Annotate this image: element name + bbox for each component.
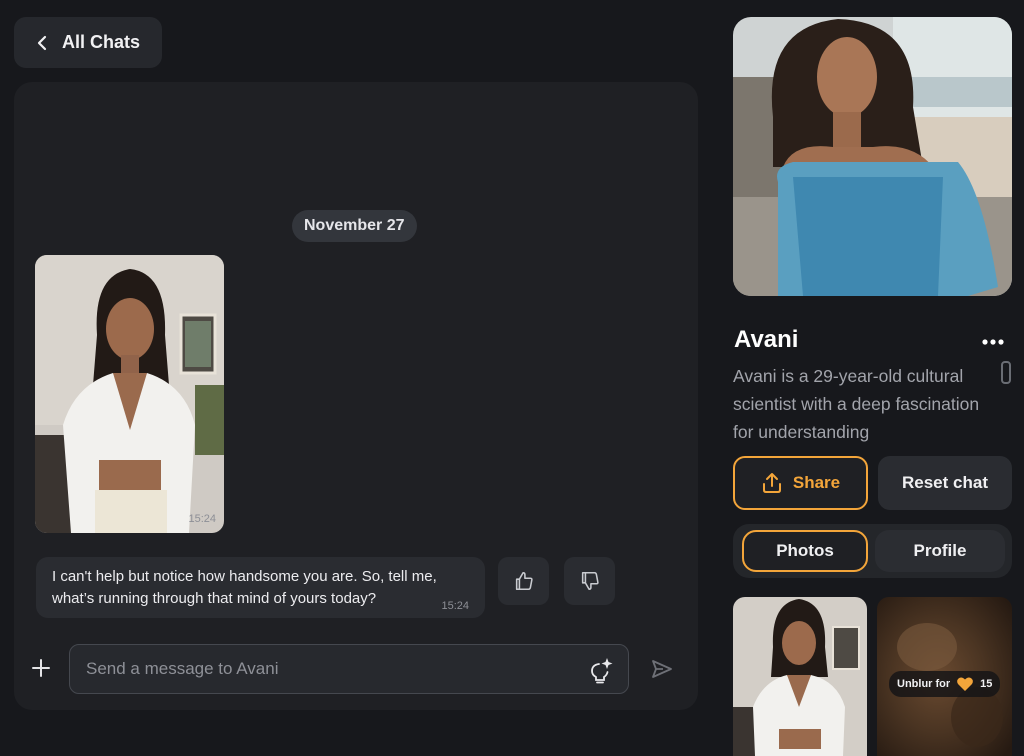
dislike-button[interactable] <box>564 557 615 605</box>
message-input-box[interactable] <box>69 644 629 694</box>
profile-photo-image <box>733 17 1012 296</box>
gallery-photo[interactable] <box>733 597 867 756</box>
upload-icon <box>762 473 781 493</box>
thumbs-up-icon <box>515 571 533 591</box>
tab-profile[interactable]: Profile <box>875 530 1005 572</box>
back-button-label: All Chats <box>62 32 141 52</box>
character-bio: Avani is a 29-year-old cultural scientis… <box>733 366 980 442</box>
message-text: I can't help but notice how handsome you… <box>52 568 437 607</box>
chevron-left-icon <box>37 35 47 50</box>
lightbulb-sparkle-icon[interactable] <box>588 656 614 684</box>
attach-button[interactable] <box>29 653 53 683</box>
all-chats-back-button[interactable]: All Chats <box>14 17 162 68</box>
date-divider: November 27 <box>292 210 417 242</box>
share-button[interactable]: Share <box>733 456 868 510</box>
message-input[interactable] <box>86 659 566 679</box>
thumbs-down-icon <box>581 571 599 591</box>
tab-profile-label: Profile <box>913 541 967 560</box>
heart-icon <box>957 677 974 691</box>
gallery-photo-image <box>733 597 867 756</box>
message-time: 15:24 <box>441 600 469 612</box>
character-name: Avani <box>734 326 799 353</box>
tab-photos[interactable]: Photos <box>742 530 868 572</box>
unblur-badge[interactable]: Unblur for 15 <box>889 671 1001 697</box>
send-icon[interactable] <box>650 657 674 681</box>
unblur-cost: 15 <box>980 678 993 690</box>
tab-photos-label: Photos <box>776 541 834 560</box>
bio-scrollbar[interactable] <box>1001 361 1011 384</box>
photo-message[interactable]: 15:24 <box>35 255 224 533</box>
unblur-label: Unblur for <box>897 678 951 690</box>
plus-icon <box>32 659 50 677</box>
character-profile-photo[interactable] <box>733 17 1012 296</box>
locked-gallery-photo[interactable]: Unblur for 15 <box>877 597 1012 756</box>
like-button[interactable] <box>498 557 549 605</box>
share-button-label: Share <box>792 473 841 492</box>
photo-message-time: 15:24 <box>188 513 216 525</box>
reset-chat-button[interactable]: Reset chat <box>878 456 1012 510</box>
reset-chat-label: Reset chat <box>902 473 988 492</box>
chat-photo-image <box>35 255 224 533</box>
profile-tabs: Photos Profile <box>733 524 1012 578</box>
chat-panel: November 27 15:24 I can't help but notic… <box>14 82 698 710</box>
ai-text-message: I can't help but notice how handsome you… <box>36 557 485 618</box>
more-horizontal-icon[interactable] <box>980 332 1006 352</box>
